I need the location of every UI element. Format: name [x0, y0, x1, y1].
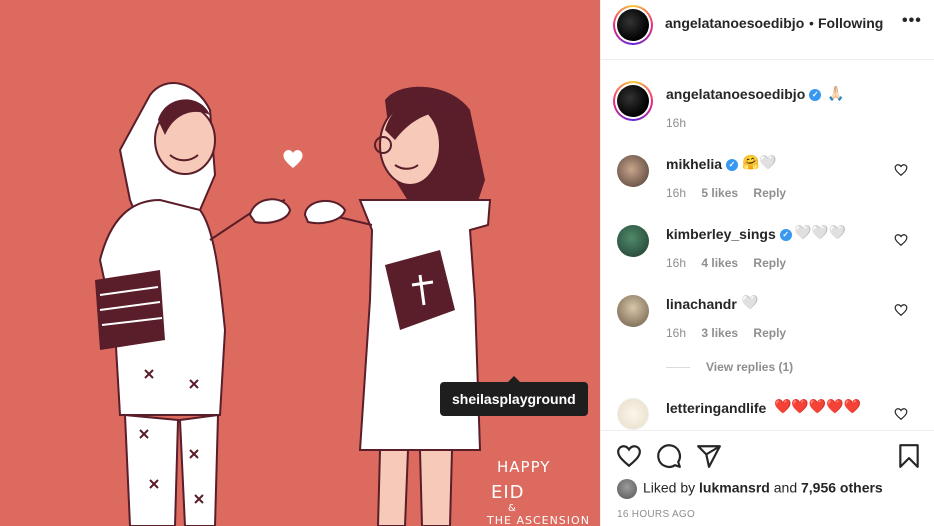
- avatar[interactable]: [613, 5, 653, 45]
- comment-username[interactable]: letteringandlife: [666, 400, 766, 416]
- comment-username[interactable]: linachandr: [666, 296, 737, 312]
- comment-text: ❤️❤️❤️❤️❤️: [774, 398, 862, 414]
- art-heart: [283, 150, 303, 168]
- comment-likes[interactable]: 5 likes: [701, 186, 738, 200]
- post-timestamp[interactable]: 16 HOURS AGO: [617, 509, 695, 520]
- comment-avatar[interactable]: [617, 295, 649, 327]
- comment-avatar[interactable]: [617, 155, 649, 187]
- comment-username[interactable]: kimberley_sings ✓: [666, 226, 792, 242]
- heart-icon[interactable]: [894, 303, 908, 317]
- post-image[interactable]: HAPPY EID & THE ASCENSION sheilasplaygro…: [0, 0, 600, 526]
- post-header: angelatanoesoedibjo • Following •••: [601, 0, 934, 60]
- art-text-ascension: THE ASCENSION: [487, 514, 590, 526]
- caption-avatar[interactable]: [613, 81, 653, 121]
- heart-icon[interactable]: [894, 233, 908, 247]
- post-actions: Liked by lukmansrd and 7,956 others 16 H…: [601, 430, 934, 526]
- comment-username[interactable]: mikhelia ✓: [666, 156, 739, 172]
- liked-others[interactable]: 7,956 others: [801, 480, 883, 496]
- reply-button[interactable]: Reply: [753, 186, 786, 200]
- comment-meta: 16h 5 likes Reply: [666, 186, 798, 200]
- verified-icon: ✓: [726, 159, 739, 172]
- liked-by-user[interactable]: lukmansrd: [699, 480, 770, 496]
- comment-time[interactable]: 16h: [666, 326, 686, 340]
- comment-meta: 16h 4 likes Reply: [666, 256, 798, 270]
- liked-by: Liked by lukmansrd and 7,956 others: [617, 479, 883, 499]
- caption-text: 🙏🏻: [827, 85, 845, 101]
- heart-icon[interactable]: [894, 163, 908, 177]
- post-sidebar: angelatanoesoedibjo • Following ••• ange…: [600, 0, 934, 526]
- comments-list[interactable]: angelatanoesoedibjo ✓ 🙏🏻 16h mikhelia ✓ 🤗🤍…: [601, 61, 934, 430]
- following-button[interactable]: Following: [818, 15, 883, 31]
- comment-likes[interactable]: 3 likes: [701, 326, 738, 340]
- liked-prefix: Liked by: [643, 479, 696, 496]
- comment-icon[interactable]: [656, 443, 682, 469]
- illustration: [95, 82, 492, 526]
- caption-meta: 16h: [666, 116, 698, 130]
- comment-text: 🤗🤍: [742, 154, 777, 170]
- verified-icon: ✓: [809, 89, 822, 102]
- more-icon[interactable]: •••: [902, 12, 922, 30]
- liker-avatar[interactable]: [617, 479, 637, 499]
- view-replies-button[interactable]: View replies (1): [666, 360, 793, 374]
- user-tag[interactable]: sheilasplayground: [440, 376, 588, 416]
- comment-avatar[interactable]: [617, 225, 649, 257]
- comment-meta: 16h 3 likes Reply: [666, 326, 798, 340]
- caption-time[interactable]: 16h: [666, 116, 686, 130]
- comment-text: 🤍: [741, 294, 759, 310]
- art-text-and: &: [508, 503, 517, 514]
- caption-username[interactable]: angelatanoesoedibjo ✓: [666, 86, 822, 102]
- separator: •: [809, 15, 814, 31]
- header-username[interactable]: angelatanoesoedibjo: [665, 15, 804, 31]
- liked-and: and: [773, 479, 798, 496]
- comment-avatar[interactable]: [617, 398, 649, 430]
- comment-time[interactable]: 16h: [666, 256, 686, 270]
- art-text-eid: EID: [491, 482, 525, 503]
- heart-icon[interactable]: [616, 443, 642, 469]
- reply-button[interactable]: Reply: [753, 256, 786, 270]
- art-text-happy: HAPPY: [497, 458, 551, 476]
- comment-text: 🤍🤍🤍: [794, 224, 847, 240]
- share-icon[interactable]: [696, 443, 722, 469]
- reply-button[interactable]: Reply: [753, 326, 786, 340]
- heart-icon[interactable]: [894, 407, 908, 421]
- comment-likes[interactable]: 4 likes: [701, 256, 738, 270]
- verified-icon: ✓: [779, 229, 792, 242]
- comment-time[interactable]: 16h: [666, 186, 686, 200]
- bookmark-icon[interactable]: [896, 443, 922, 469]
